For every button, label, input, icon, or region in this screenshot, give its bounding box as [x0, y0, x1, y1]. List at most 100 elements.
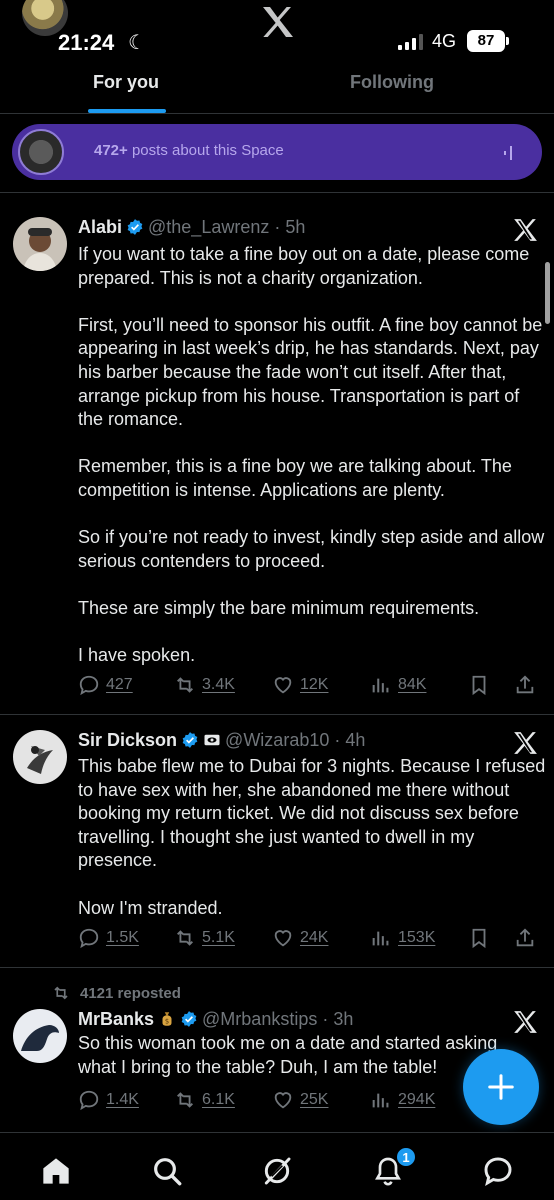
battery-indicator: 87 [467, 30, 505, 52]
space-banner[interactable]: 472+ posts about this Space [12, 124, 542, 180]
messages-icon[interactable] [482, 1155, 514, 1187]
reply-button[interactable]: 1.5K [78, 924, 139, 952]
bookmark-button[interactable] [468, 671, 490, 699]
views-count: 294K [398, 1091, 436, 1108]
tweet-paragraph: So this woman took me on a date and star… [78, 1033, 498, 1077]
reply-button[interactable]: 1.4K [78, 1086, 139, 1114]
like-button[interactable]: 25K [272, 1086, 328, 1114]
avatar[interactable] [13, 217, 67, 271]
svg-text:$: $ [165, 1018, 169, 1026]
repost-icon [177, 930, 193, 946]
tweet-paragraph: This babe flew me to Dubai for 3 nights.… [78, 756, 546, 871]
tweet-text: This babe flew me to Dubai for 3 nights.… [78, 755, 548, 920]
like-count: 12K [300, 676, 329, 693]
views-button[interactable]: 84K [370, 671, 426, 699]
views-button[interactable]: 294K [370, 1086, 435, 1114]
author-name[interactable]: Sir Dickson [78, 730, 177, 750]
like-icon [274, 1092, 292, 1109]
space-label: posts about this Space [127, 142, 284, 159]
repost-button[interactable]: 3.4K [174, 671, 235, 699]
share-icon [516, 675, 534, 694]
bookmark-button[interactable] [468, 924, 490, 952]
x-logo-icon[interactable] [258, 2, 298, 42]
tweet-text: If you want to take a fine boy out on a … [78, 243, 548, 668]
x-logo-icon[interactable] [512, 217, 538, 243]
network-type: 4G [432, 31, 457, 51]
home-icon[interactable] [40, 1155, 72, 1187]
tweet-paragraph: These are simply the bare minimum requir… [78, 597, 480, 618]
views-icon [372, 1093, 389, 1108]
tweet-header: MrBanks $ @Mrbankstips · 3h [78, 1009, 353, 1030]
search-icon[interactable] [151, 1155, 183, 1187]
compose-icon [488, 1074, 514, 1100]
tweet-text: So this woman took me on a date and star… [78, 1032, 518, 1079]
author-name[interactable]: MrBanks [78, 1009, 154, 1029]
reply-icon [79, 1090, 99, 1111]
bookmark-icon [472, 928, 486, 949]
tweet-time[interactable]: 4h [345, 730, 365, 750]
author-handle[interactable]: @the_Lawrenz [148, 217, 269, 237]
tweet-paragraph: If you want to take a fine boy out on a … [78, 244, 530, 288]
tweet-card[interactable]: Alabi @the_Lawrenz · 5h If you want to ta… [0, 193, 554, 715]
audio-bars-icon [504, 146, 512, 160]
tweet-header: Sir Dickson @Wizarab10 · 4h [78, 730, 365, 751]
views-icon [372, 931, 389, 946]
space-host-avatar [18, 129, 64, 175]
tweet-time[interactable]: 5h [285, 217, 305, 237]
like-icon [274, 677, 292, 694]
like-button[interactable]: 12K [272, 671, 328, 699]
separator-dot: · [317, 1009, 334, 1029]
timeline-tabs: For you Following [0, 62, 554, 114]
tweet-paragraph: So if you’re not ready to invest, kindly… [78, 527, 545, 571]
tweet-actions: 427 3.4K 12K 84K [78, 671, 544, 699]
tab-following[interactable]: Following [350, 72, 434, 93]
eye-emoji-icon [204, 734, 220, 746]
reply-count: 427 [106, 676, 133, 693]
share-button[interactable] [514, 924, 536, 952]
active-tab-indicator [88, 109, 166, 113]
compose-button[interactable] [463, 1049, 539, 1125]
like-button[interactable]: 24K [272, 924, 328, 952]
verified-badge-icon [127, 219, 143, 235]
tweet-header: Alabi @the_Lawrenz · 5h [78, 217, 305, 238]
avatar[interactable] [13, 1009, 67, 1063]
views-count: 84K [398, 676, 427, 693]
tab-for-you[interactable]: For you [93, 72, 159, 93]
tweet-paragraph: First, you’ll need to sponsor his outfit… [78, 314, 543, 430]
views-button[interactable]: 153K [370, 924, 435, 952]
like-count: 25K [300, 1091, 329, 1108]
author-name[interactable]: Alabi [78, 217, 122, 237]
x-logo-icon[interactable] [512, 730, 538, 756]
avatar[interactable] [13, 730, 67, 784]
signal-icon [398, 34, 423, 50]
verified-badge-icon [181, 1011, 197, 1027]
tweet-actions: 1.5K 5.1K 24K 153K [78, 924, 544, 952]
tweet-card[interactable]: Sir Dickson @Wizarab10 · 4h This babe fle… [0, 716, 554, 968]
repost-icon [177, 1092, 193, 1108]
tweet-time[interactable]: 3h [333, 1009, 353, 1029]
reply-icon [79, 928, 99, 949]
tweet-paragraph: Remember, this is a fine boy we are talk… [78, 456, 512, 500]
repost-count: 3.4K [202, 676, 235, 693]
views-count: 153K [398, 929, 436, 946]
author-handle[interactable]: @Wizarab10 [225, 730, 329, 750]
verified-badge-icon [182, 732, 198, 748]
reply-count: 1.4K [106, 1091, 139, 1108]
repost-button[interactable]: 5.1K [174, 924, 235, 952]
bottom-navigation: 1 [0, 1132, 554, 1200]
space-post-count: 472+ [94, 142, 128, 159]
share-icon [516, 928, 534, 947]
share-button[interactable] [514, 671, 536, 699]
separator-dot: · [329, 730, 346, 750]
space-banner-text: 472+ posts about this Space [94, 142, 284, 159]
bookmark-icon [472, 675, 486, 696]
like-count: 24K [300, 929, 329, 946]
reply-count: 1.5K [106, 929, 139, 946]
author-handle[interactable]: @Mrbankstips [202, 1009, 317, 1029]
views-icon [372, 678, 389, 693]
moon-icon: ☾ [128, 32, 146, 54]
grok-icon[interactable] [261, 1155, 293, 1187]
repost-count: 6.1K [202, 1091, 235, 1108]
reply-button[interactable]: 427 [78, 671, 133, 699]
repost-button[interactable]: 6.1K [174, 1086, 235, 1114]
